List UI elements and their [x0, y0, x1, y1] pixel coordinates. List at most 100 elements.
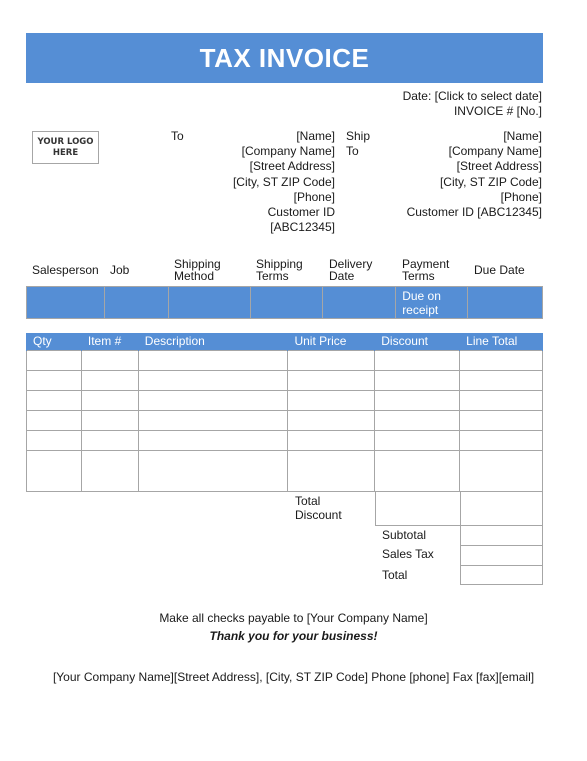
title-banner: TAX INVOICE: [26, 33, 543, 83]
discount-cell[interactable]: [374, 349, 461, 371]
ship-to-city[interactable]: [City, ST ZIP Code]: [407, 175, 542, 190]
unit-price-cell[interactable]: [287, 349, 376, 371]
bill-to-customer-id[interactable]: [ABC12345]: [233, 220, 335, 235]
col-job: Job: [110, 262, 130, 277]
qty-cell[interactable]: [26, 389, 82, 411]
subtotal-value[interactable]: [460, 525, 543, 546]
unit-price-cell[interactable]: [287, 409, 376, 431]
qty-cell[interactable]: [26, 449, 82, 492]
unit-price-cell[interactable]: [287, 429, 376, 451]
col-item-number: Item #: [80, 333, 139, 350]
subtotal-label: Subtotal: [382, 528, 427, 542]
qty-cell[interactable]: [26, 349, 82, 371]
delivery-date-value[interactable]: [322, 286, 397, 319]
line-total-cell[interactable]: [459, 449, 543, 492]
unit-price-cell[interactable]: [287, 389, 376, 411]
date-field[interactable]: Date: [Click to select date]: [403, 89, 542, 104]
ship-to-address: [Name] [Company Name] [Street Address] […: [407, 129, 542, 220]
job-value[interactable]: [103, 286, 169, 319]
discount-cell[interactable]: [374, 389, 461, 411]
table-row: [26, 429, 543, 451]
col-unit-price: Unit Price: [287, 333, 376, 350]
description-cell[interactable]: [137, 429, 289, 451]
order-info-header: Salesperson Job Shipping Method Shipping…: [26, 254, 543, 286]
table-row: [26, 409, 543, 431]
ship-to-customer-id[interactable]: Customer ID [ABC12345]: [407, 205, 542, 220]
due-date-value[interactable]: [467, 286, 543, 319]
col-shipping-terms: Shipping Terms: [256, 256, 303, 283]
ship-to-name[interactable]: [Name]: [407, 129, 542, 144]
ship-to-label-line1: Ship: [346, 129, 371, 143]
payable-note: Make all checks payable to [Your Company…: [159, 611, 428, 625]
description-cell[interactable]: [137, 389, 289, 411]
bill-to-phone[interactable]: [Phone]: [233, 190, 335, 205]
item-number-cell[interactable]: [80, 429, 139, 451]
table-row: [26, 369, 543, 391]
col-delivery-date: Delivery Date: [329, 256, 373, 283]
ship-to-company[interactable]: [Company Name]: [407, 144, 542, 159]
item-number-cell[interactable]: [80, 369, 139, 391]
bill-to-city[interactable]: [City, ST ZIP Code]: [233, 175, 335, 190]
discount-cell[interactable]: [374, 409, 461, 431]
bill-to-company[interactable]: [Company Name]: [233, 144, 335, 159]
line-total-cell[interactable]: [459, 409, 543, 431]
qty-cell[interactable]: [26, 409, 82, 431]
col-qty: Qty: [26, 333, 82, 350]
table-row: [26, 389, 543, 411]
total-discount-value[interactable]: [375, 492, 461, 526]
col-shipping-method: Shipping Method: [174, 256, 221, 283]
total-discount-line-value[interactable]: [460, 492, 543, 526]
bill-to-street[interactable]: [Street Address]: [233, 159, 335, 174]
ship-to-label: Ship To: [346, 129, 370, 159]
discount-cell[interactable]: [374, 369, 461, 391]
bill-to-address: [Name] [Company Name] [Street Address] […: [233, 129, 335, 235]
payment-terms-value[interactable]: Due on receipt: [395, 286, 469, 319]
invoice-number-field[interactable]: INVOICE # [No.]: [454, 104, 542, 119]
col-discount: Discount: [374, 333, 461, 350]
description-cell[interactable]: [137, 349, 289, 371]
description-cell[interactable]: [137, 369, 289, 391]
total-discount-label-line1: Total: [295, 494, 321, 508]
table-row: [26, 349, 543, 371]
sales-tax-label: Sales Tax: [382, 547, 434, 561]
ship-to-label-line2: To: [346, 144, 359, 158]
total-label: Total: [382, 568, 408, 582]
item-number-cell[interactable]: [80, 409, 139, 431]
discount-cell[interactable]: [374, 449, 461, 492]
bill-to-label: To: [171, 129, 184, 143]
line-total-cell[interactable]: [459, 369, 543, 391]
logo-text-line2: HERE: [52, 147, 79, 158]
description-cell[interactable]: [137, 409, 289, 431]
item-number-cell[interactable]: [80, 389, 139, 411]
bill-to-customer-id-label: Customer ID: [267, 205, 335, 220]
order-info-values: Due on receipt: [26, 286, 543, 319]
qty-cell[interactable]: [26, 429, 82, 451]
total-value[interactable]: [460, 565, 543, 585]
logo-placeholder[interactable]: YOUR LOGO HERE: [32, 131, 99, 164]
sales-tax-value[interactable]: [460, 545, 543, 566]
item-number-cell[interactable]: [80, 349, 139, 371]
salesperson-value[interactable]: [26, 286, 105, 319]
ship-to-phone[interactable]: [Phone]: [407, 190, 542, 205]
shipping-method-value[interactable]: [167, 286, 251, 319]
shipping-terms-value[interactable]: [249, 286, 324, 319]
line-total-cell[interactable]: [459, 349, 543, 371]
col-payment-terms: Payment Terms: [402, 256, 450, 283]
item-number-cell[interactable]: [80, 449, 139, 492]
line-items-header: Qty Item # Description Unit Price Discou…: [26, 333, 543, 350]
ship-to-street[interactable]: [Street Address]: [407, 159, 542, 174]
description-cell[interactable]: [137, 449, 289, 492]
line-total-cell[interactable]: [459, 389, 543, 411]
col-line-total: Line Total: [459, 333, 543, 350]
discount-cell[interactable]: [374, 429, 461, 451]
col-salesperson: Salesperson: [32, 262, 99, 277]
qty-cell[interactable]: [26, 369, 82, 391]
unit-price-cell[interactable]: [287, 369, 376, 391]
unit-price-cell[interactable]: [287, 449, 376, 492]
line-total-cell[interactable]: [459, 429, 543, 451]
thank-you-note: Thank you for your business!: [209, 629, 378, 643]
company-contact-line: [Your Company Name][Street Address], [Ci…: [52, 670, 535, 684]
logo-text-line1: YOUR LOGO: [37, 136, 94, 147]
invoice-title: TAX INVOICE: [199, 42, 370, 73]
bill-to-name[interactable]: [Name]: [233, 129, 335, 144]
